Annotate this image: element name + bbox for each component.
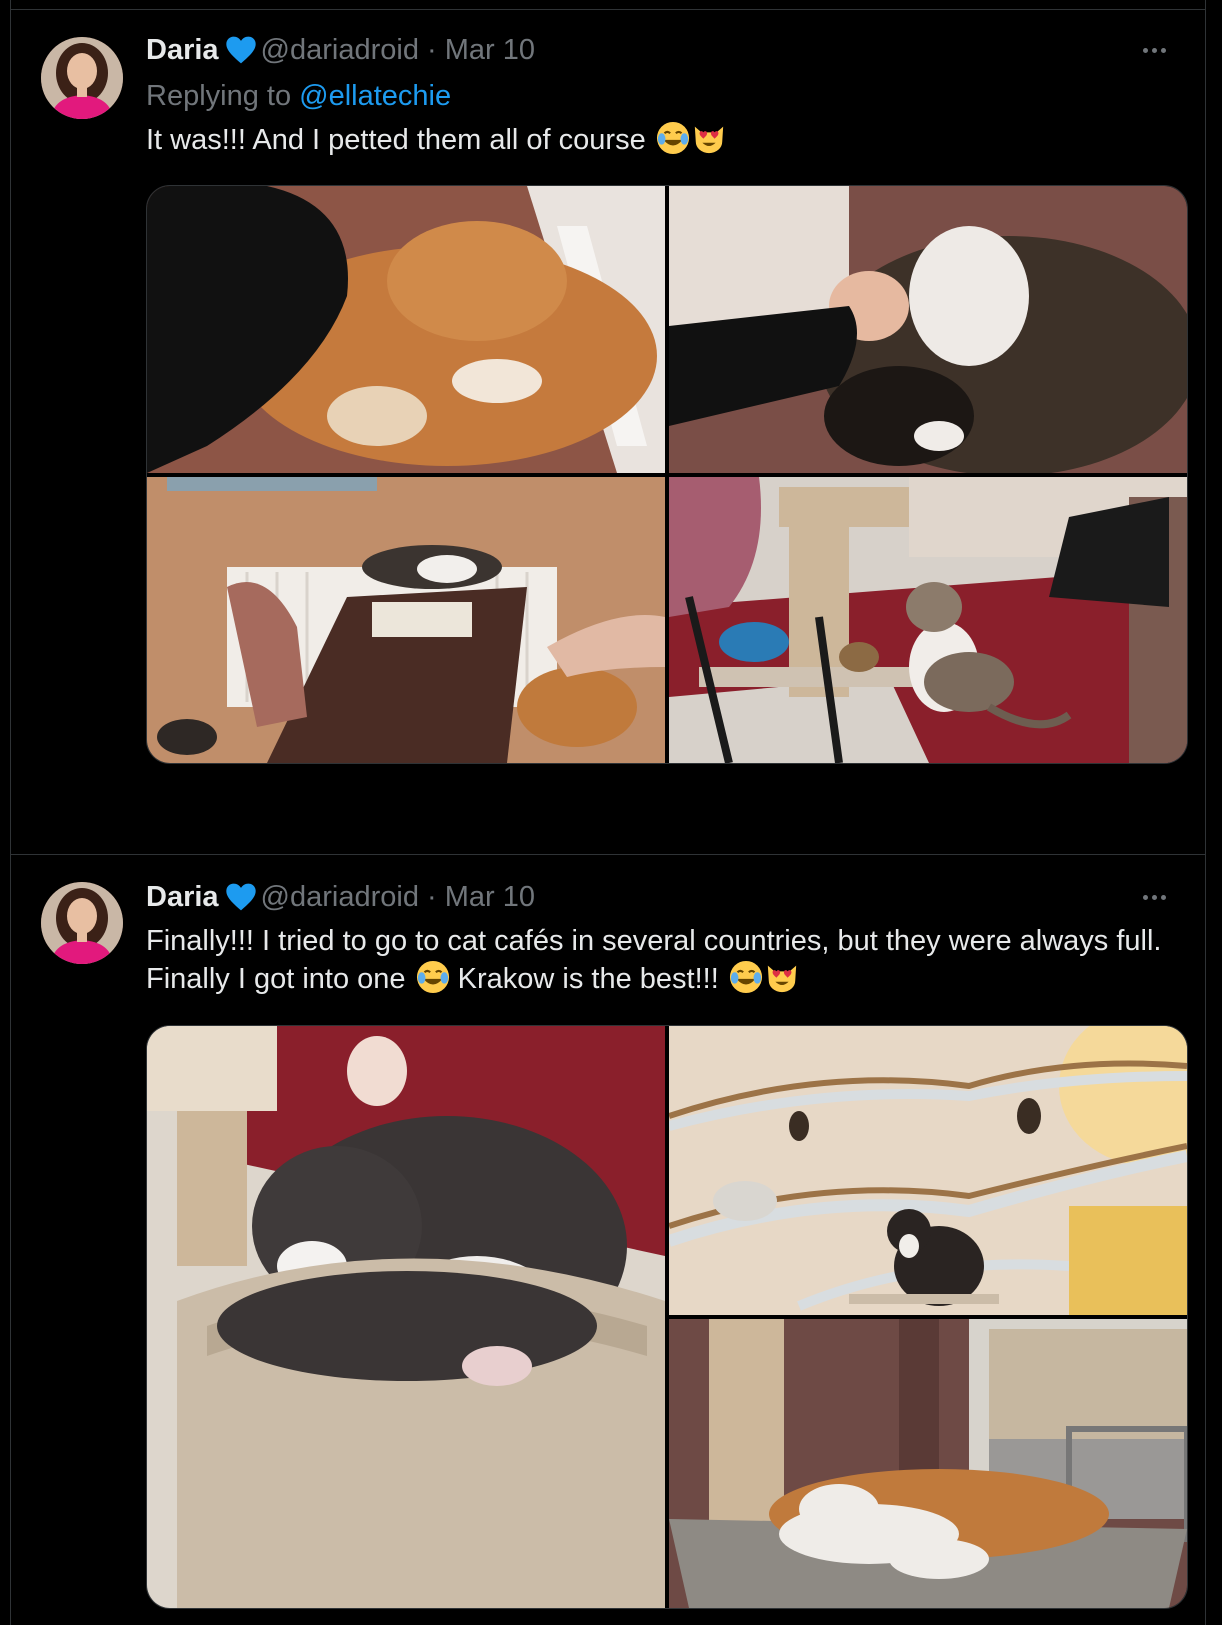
dot-separator: · xyxy=(427,34,437,66)
more-dot-icon xyxy=(1151,47,1157,53)
photo-cat-sleeping-by-window[interactable] xyxy=(669,1319,1187,1608)
smiling-cat-with-heart-eyes-icon xyxy=(694,126,723,154)
photo-tortoiseshell-cat-on-shelf[interactable] xyxy=(669,1026,1187,1315)
author-handle[interactable]: @dariadroid xyxy=(261,881,419,913)
dot-separator: · xyxy=(427,881,437,913)
photo-fluffy-cat-in-basket[interactable] xyxy=(147,1026,665,1608)
media-grid xyxy=(146,185,1188,764)
divider xyxy=(11,9,1205,10)
verified-heart-icon xyxy=(225,883,256,911)
avatar[interactable] xyxy=(41,882,123,964)
tweet-text: It was!!! And I petted them all of cours… xyxy=(146,121,1186,159)
grid-gap xyxy=(147,473,1187,477)
photo-tabby-cat-sleeping[interactable] xyxy=(669,186,1187,473)
grid-gap xyxy=(669,1315,1187,1319)
photo-ginger-cat-being-petted[interactable] xyxy=(147,186,665,473)
author-name[interactable]: Daria xyxy=(146,881,219,913)
replying-to: Replying to @ellatechie xyxy=(146,79,451,113)
more-dot-icon xyxy=(1151,894,1157,900)
photo-calico-cat-on-red-carpet[interactable] xyxy=(669,477,1187,763)
more-dot-icon xyxy=(1160,47,1166,53)
tweet-header: Daria @dariadroid · Mar 10 xyxy=(146,33,535,67)
tweet-date[interactable]: Mar 10 xyxy=(445,881,535,913)
verified-heart-icon xyxy=(225,36,256,64)
timeline-column: Daria @dariadroid · Mar 10 Replying to @e… xyxy=(10,0,1206,1625)
tweet-header: Daria @dariadroid · Mar 10 xyxy=(146,880,535,914)
more-dot-icon xyxy=(1142,47,1148,53)
tweet-date[interactable]: Mar 10 xyxy=(445,34,535,66)
smiling-cat-with-heart-eyes-icon xyxy=(767,965,797,993)
tweet-text-content: Krakow is the best!!! xyxy=(449,963,719,995)
avatar[interactable] xyxy=(41,37,123,119)
divider xyxy=(11,854,1205,855)
more-dot-icon xyxy=(1160,894,1166,900)
author-handle[interactable]: @dariadroid xyxy=(261,34,419,66)
media-grid xyxy=(146,1025,1188,1609)
face-with-tears-of-joy-icon xyxy=(729,960,762,994)
face-with-tears-of-joy-icon xyxy=(656,121,689,155)
more-options-button[interactable] xyxy=(1137,887,1171,907)
face-with-tears-of-joy-icon xyxy=(416,960,449,994)
replying-to-handle[interactable]: @ellatechie xyxy=(299,80,451,112)
more-dot-icon xyxy=(1142,894,1148,900)
photo-cats-at-table[interactable] xyxy=(147,477,665,763)
tweet-text-content: It was!!! And I petted them all of cours… xyxy=(146,124,646,156)
tweet-text: Finally!!! I tried to go to cat cafés in… xyxy=(146,922,1186,998)
author-name[interactable]: Daria xyxy=(146,34,219,66)
replying-to-label: Replying to xyxy=(146,80,300,112)
more-options-button[interactable] xyxy=(1137,40,1171,60)
